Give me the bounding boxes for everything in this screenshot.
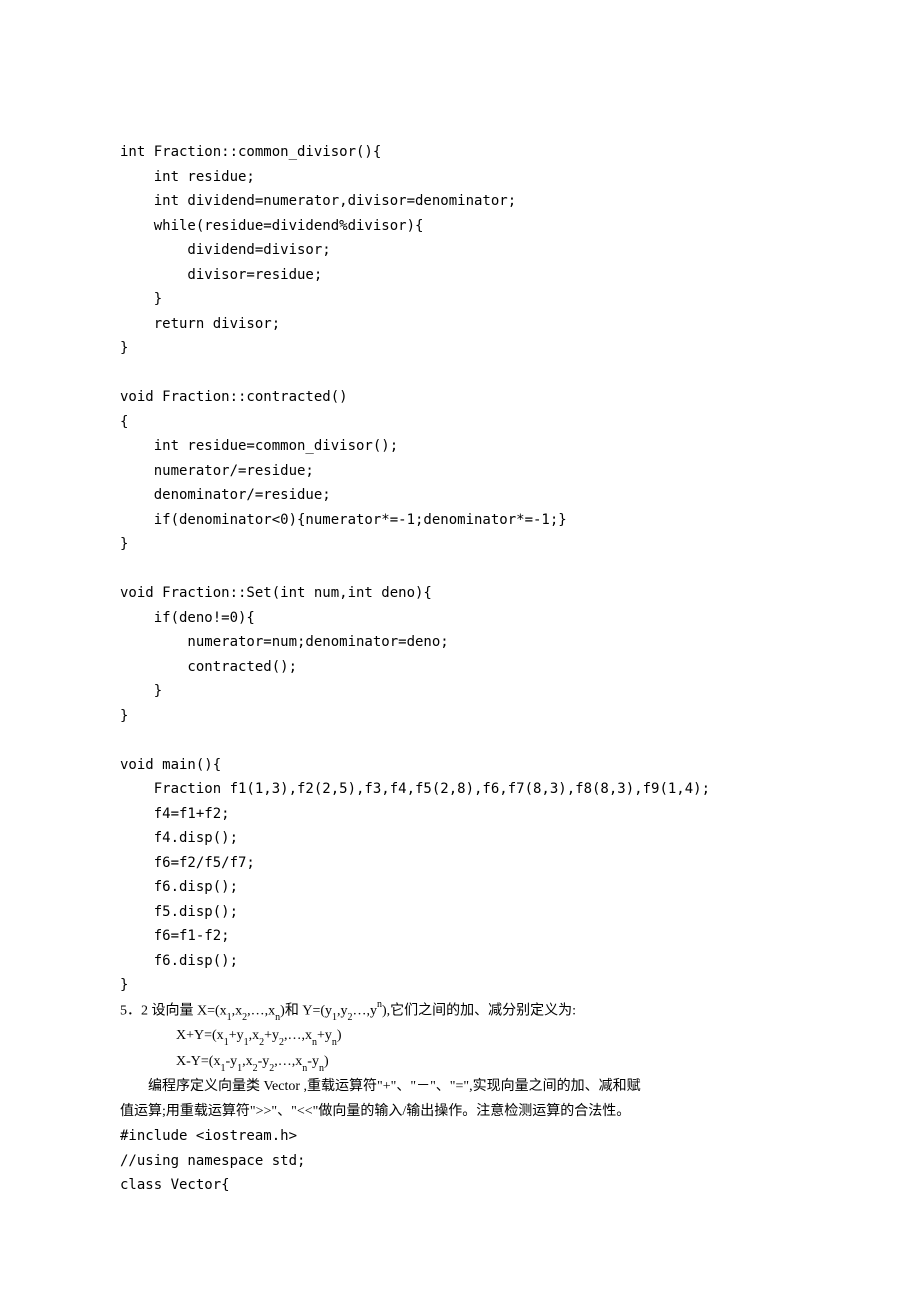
code-line: int Fraction::common_divisor(){ (120, 140, 800, 165)
code-line: } (120, 532, 800, 557)
code-line: } (120, 973, 800, 998)
subscript: 1 (237, 1063, 242, 1074)
subscript: n (302, 1063, 307, 1074)
text: ,x (232, 1003, 243, 1018)
code-line: numerator/=residue; (120, 459, 800, 484)
subscript: n (275, 1012, 280, 1023)
subscript: 1 (332, 1012, 337, 1023)
text: 5．2 设向量 X=(x (120, 1003, 227, 1018)
formula-line: X-Y=(x1-y1,x2-y2,…,xn-yn) (120, 1050, 800, 1075)
code-line: int residue=common_divisor(); (120, 434, 800, 459)
code-line: divisor=residue; (120, 263, 800, 288)
code-line: f6.disp(); (120, 875, 800, 900)
text: )和 Y=(y (280, 1003, 332, 1018)
code-line: f6=f1-f2; (120, 924, 800, 949)
problem-heading: 5．2 设向量 X=(x1,x2,…,xn)和 Y=(y1,y2…,yn),它们… (120, 998, 800, 1025)
code-line: class Vector{ (120, 1173, 800, 1198)
blank-line (120, 728, 800, 753)
text: +y (317, 1028, 332, 1043)
subscript: 2 (242, 1012, 247, 1023)
code-line: while(residue=dividend%divisor){ (120, 214, 800, 239)
code-line: f6.disp(); (120, 949, 800, 974)
text: X+Y=(x (176, 1028, 224, 1043)
text: ,…,x (274, 1054, 302, 1069)
text: ) (324, 1054, 329, 1069)
code-line: Fraction f1(1,3),f2(2,5),f3,f4,f5(2,8),f… (120, 777, 800, 802)
code-line: if(deno!=0){ (120, 606, 800, 631)
subscript: n (319, 1063, 324, 1074)
code-line: f4=f1+f2; (120, 802, 800, 827)
text: ) (337, 1028, 342, 1043)
code-line: numerator=num;denominator=deno; (120, 630, 800, 655)
subscript: 2 (253, 1063, 258, 1074)
code-line: } (120, 679, 800, 704)
code-line: } (120, 287, 800, 312)
text: +y (264, 1028, 279, 1043)
text: …,y (353, 1003, 378, 1018)
code-line: dividend=divisor; (120, 238, 800, 263)
code-line: f4.disp(); (120, 826, 800, 851)
blank-line (120, 557, 800, 582)
subscript: 2 (259, 1037, 264, 1048)
code-line: void Fraction::Set(int num,int deno){ (120, 581, 800, 606)
text: ,x (249, 1028, 260, 1043)
code-line: return divisor; (120, 312, 800, 337)
text: ),它们之间的加、减分别定义为: (382, 1003, 576, 1018)
subscript: 1 (224, 1037, 229, 1048)
subscript: 2 (279, 1037, 284, 1048)
text: ,y (337, 1003, 348, 1018)
code-line: f5.disp(); (120, 900, 800, 925)
code-line: void Fraction::contracted() (120, 385, 800, 410)
text: ,x (242, 1054, 253, 1069)
subscript: 1 (244, 1037, 249, 1048)
text: +y (229, 1028, 244, 1043)
subscript: 2 (348, 1012, 353, 1023)
problem-desc: 值运算;用重载运算符">>"、"<<"做向量的输入/输出操作。注意检测运算的合法… (120, 1100, 800, 1125)
text: X-Y=(x (176, 1054, 220, 1069)
text: ,…,x (247, 1003, 275, 1018)
code-line: } (120, 704, 800, 729)
document-page: int Fraction::common_divisor(){ int resi… (120, 0, 800, 1258)
code-line: //using namespace std; (120, 1149, 800, 1174)
code-line: { (120, 410, 800, 435)
subscript: 1 (227, 1012, 232, 1023)
text: -y (225, 1054, 237, 1069)
code-line: if(denominator<0){numerator*=-1;denomina… (120, 508, 800, 533)
subscript: n (312, 1037, 317, 1048)
code-line: void main(){ (120, 753, 800, 778)
blank-line (120, 361, 800, 386)
code-line: int dividend=numerator,divisor=denominat… (120, 189, 800, 214)
subscript: 2 (269, 1063, 274, 1074)
subscript: n (332, 1037, 337, 1048)
formula-line: X+Y=(x1+y1,x2+y2,…,xn+yn) (120, 1024, 800, 1049)
text: -y (307, 1054, 319, 1069)
code-line: f6=f2/f5/f7; (120, 851, 800, 876)
code-line: int residue; (120, 165, 800, 190)
text: -y (258, 1054, 270, 1069)
problem-desc: 编程序定义向量类 Vector ,重载运算符"+"、"－"、"=",实现向量之间… (120, 1075, 800, 1100)
code-line: denominator/=residue; (120, 483, 800, 508)
code-line: } (120, 336, 800, 361)
subscript: 1 (220, 1063, 225, 1074)
code-line: #include <iostream.h> (120, 1124, 800, 1149)
code-line: contracted(); (120, 655, 800, 680)
superscript: n (377, 999, 382, 1010)
text: ,…,x (284, 1028, 312, 1043)
